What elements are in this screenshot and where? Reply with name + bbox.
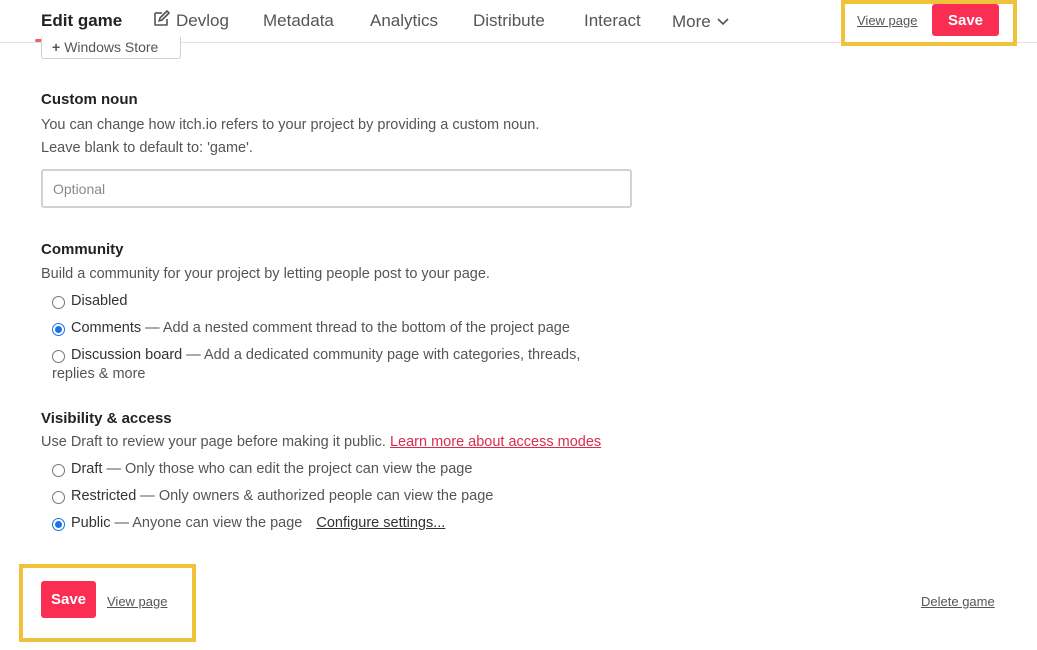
radio-detail: — Add a nested comment thread to the bot… (141, 320, 570, 336)
radio-label: Discussion board (71, 347, 183, 363)
tab-distribute[interactable]: Distribute (473, 0, 545, 42)
tab-label: Devlog (176, 11, 229, 30)
visibility-option-draft[interactable]: Draft — Only those who can edit the proj… (52, 461, 472, 477)
radio-button-checked[interactable] (52, 323, 65, 336)
visibility-title: Visibility & access (41, 410, 172, 427)
radio-label: Restricted (71, 488, 137, 504)
save-button-top[interactable]: Save (932, 4, 999, 36)
radio-label: Disabled (71, 293, 128, 309)
view-page-link-bottom[interactable]: View page (107, 594, 167, 609)
tab-more[interactable]: More (672, 0, 729, 42)
radio-button[interactable] (52, 350, 65, 363)
visibility-option-restricted[interactable]: Restricted — Only owners & authorized pe… (52, 488, 493, 504)
tab-devlog[interactable]: Devlog (152, 0, 229, 42)
tab-label: Analytics (370, 11, 439, 30)
tab-interact[interactable]: Interact (584, 0, 641, 42)
visibility-option-public[interactable]: Public — Anyone can view the page Configu… (52, 515, 445, 531)
plus-icon: + (52, 39, 61, 55)
tab-label: Distribute (473, 11, 545, 30)
radio-detail: — Only owners & authorized people can vi… (136, 488, 494, 504)
custom-noun-desc-2: Leave blank to default to: 'game'. (41, 140, 253, 156)
radio-button[interactable] (52, 296, 65, 309)
configure-settings-link[interactable]: Configure settings... (316, 515, 445, 531)
view-page-link-top[interactable]: View page (857, 13, 917, 28)
radio-label: Public (71, 515, 111, 531)
custom-noun-title: Custom noun (41, 91, 138, 108)
radio-label: Comments (71, 320, 142, 336)
save-button-bottom[interactable]: Save (41, 581, 96, 618)
store-button-label: Windows Store (64, 39, 159, 55)
learn-more-access-link[interactable]: Learn more about access modes (390, 434, 601, 450)
community-desc: Build a community for your project by le… (41, 266, 490, 282)
visibility-desc: Use Draft to review your page before mak… (41, 434, 601, 450)
community-title: Community (41, 241, 124, 258)
tab-label: Interact (584, 11, 641, 30)
radio-button[interactable] (52, 491, 65, 504)
add-windows-store-button[interactable]: + Windows Store (41, 37, 181, 59)
radio-detail-continued: replies & more (52, 366, 146, 382)
radio-detail: — Only those who can edit the project ca… (102, 461, 473, 477)
custom-noun-desc-1: You can change how itch.io refers to you… (41, 117, 540, 133)
tab-label: Edit game (41, 11, 123, 30)
tab-edit-game[interactable]: Edit game (34, 0, 129, 42)
radio-detail: — Add a dedicated community page with ca… (182, 347, 581, 363)
radio-button[interactable] (52, 464, 65, 477)
community-option-comments[interactable]: Comments — Add a nested comment thread t… (52, 320, 570, 336)
community-option-discussion-board[interactable]: Discussion board — Add a dedicated commu… (52, 347, 580, 363)
chevron-down-icon (717, 0, 729, 42)
radio-label: Draft (71, 461, 103, 477)
tab-label: More (672, 12, 711, 31)
radio-button-checked[interactable] (52, 518, 65, 531)
tab-label: Metadata (263, 11, 334, 30)
tab-analytics[interactable]: Analytics (370, 0, 438, 42)
radio-detail: — Anyone can view the page (110, 515, 303, 531)
visibility-desc-text: Use Draft to review your page before mak… (41, 434, 386, 450)
custom-noun-input[interactable] (41, 169, 632, 208)
tab-metadata[interactable]: Metadata (263, 0, 334, 42)
community-option-disabled[interactable]: Disabled (52, 293, 127, 309)
delete-game-link[interactable]: Delete game (921, 594, 995, 609)
